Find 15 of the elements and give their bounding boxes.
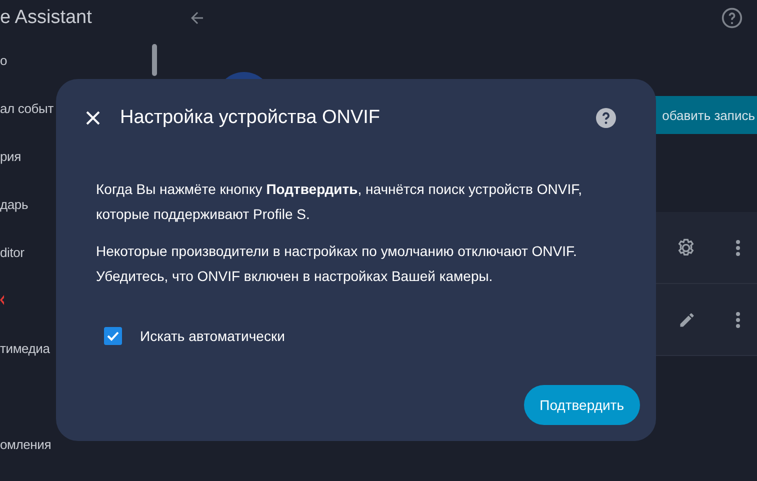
dialog-title: Настройка устройства ONVIF (120, 107, 382, 129)
pencil-icon[interactable] (678, 310, 696, 328)
checkbox-label[interactable]: Искать автоматически (140, 328, 285, 344)
settings-icon[interactable] (676, 238, 696, 258)
scrollbar[interactable] (152, 44, 157, 76)
app-title: e Assistant (0, 6, 93, 30)
more-icon[interactable] (736, 240, 740, 256)
close-icon[interactable] (86, 111, 100, 125)
dialog-paragraph: Когда Вы нажмёте кнопку Подтвердить, начнётся поиск устройств ONVIF, которые поддерживают Profile S. (96, 180, 583, 224)
more-icon[interactable] (736, 312, 740, 328)
dialog-paragraph: Некоторые производители в настройках по умолчанию отключают ONVIF. Убедитесь, что ONVIF включен в настройках Вашей камеры. (96, 242, 578, 286)
mark-icon[interactable] (0, 295, 4, 305)
help-icon[interactable] (721, 7, 743, 29)
checkbox[interactable] (104, 327, 122, 345)
help-icon[interactable] (596, 108, 616, 128)
